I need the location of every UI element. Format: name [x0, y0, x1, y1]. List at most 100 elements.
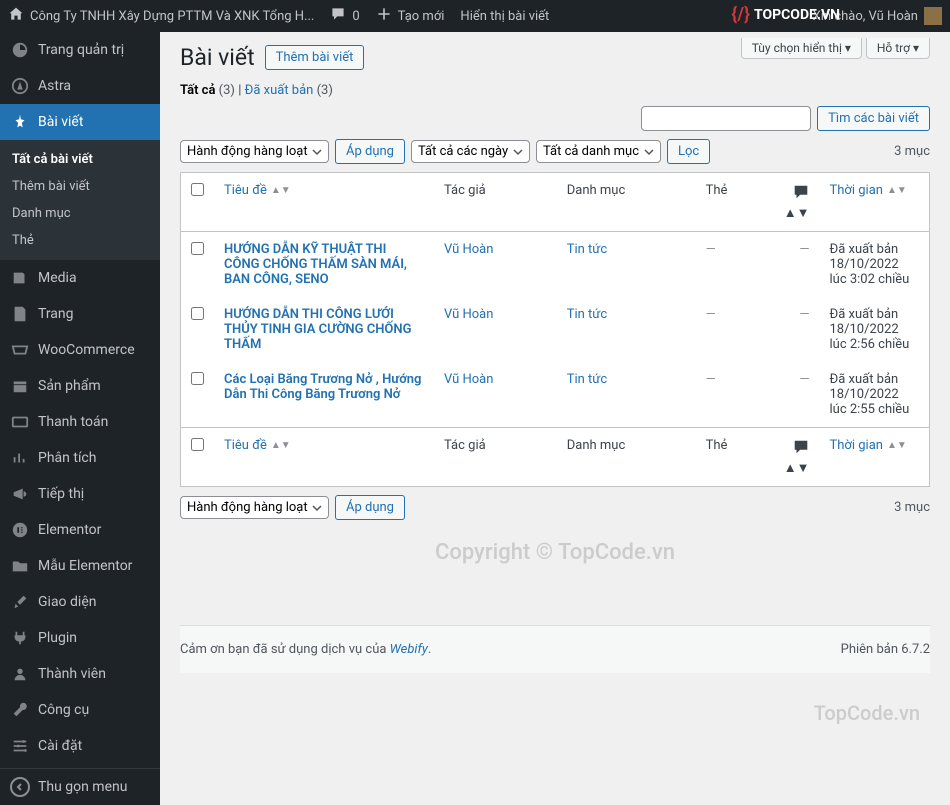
comment-dash: —: [799, 242, 809, 257]
megaphone-icon: [10, 484, 30, 504]
tag-value: —: [706, 307, 716, 322]
footer-link[interactable]: Webify: [390, 642, 428, 657]
elementor-icon: [10, 520, 30, 540]
sidebar-item-payments[interactable]: Thanh toán: [0, 404, 160, 440]
sidebar-item-appearance[interactable]: Giao diện: [0, 584, 160, 620]
row-checkbox[interactable]: [191, 242, 204, 255]
table-row: Các Loại Băng Trương Nở , Hướng Dẫn Thi …: [181, 362, 930, 428]
bulk-action-select-bottom[interactable]: Hành động hàng loạt: [180, 496, 329, 519]
apply-button-top[interactable]: Áp dụng: [335, 139, 405, 164]
sliders-icon: [10, 736, 30, 756]
collapse-icon: [10, 777, 30, 797]
sidebar-item-products[interactable]: Sản phẩm: [0, 368, 160, 404]
media-icon: [10, 268, 30, 288]
bulk-action-select[interactable]: Hành động hàng loạt: [180, 140, 329, 163]
comments-link[interactable]: 0: [330, 6, 359, 26]
comment-count: 0: [352, 9, 359, 24]
item-count-top: 3 mục: [894, 144, 930, 159]
add-new-label: Tạo mới: [398, 9, 445, 24]
avatar-icon: [924, 7, 942, 25]
category-link[interactable]: Tin tức: [567, 242, 607, 257]
row-checkbox[interactable]: [191, 372, 204, 385]
author-link[interactable]: Vũ Hoàn: [444, 242, 493, 257]
posts-submenu: Tất cả bài viết Thêm bài viết Danh mục T…: [0, 140, 160, 260]
sidebar-item-elementor[interactable]: Elementor: [0, 512, 160, 548]
table-row: HƯỚNG DẪN THI CÔNG LƯỚI THỦY TINH GIA CƯ…: [181, 297, 930, 362]
sidebar-item-tools[interactable]: Công cụ: [0, 692, 160, 728]
sidebar-item-posts[interactable]: Bài viết: [0, 104, 160, 140]
search-input[interactable]: [641, 106, 811, 131]
sidebar-item-analytics[interactable]: Phân tích: [0, 440, 160, 476]
col-date[interactable]: Thời gian ▲▼: [830, 183, 920, 198]
chart-icon: [10, 448, 30, 468]
add-new-button[interactable]: Thêm bài viết: [265, 45, 365, 70]
view-post-link[interactable]: Hiển thị bài viết: [460, 9, 549, 24]
row-checkbox[interactable]: [191, 307, 204, 320]
sidebar-item-settings[interactable]: Cài đặt: [0, 728, 160, 764]
topcode-logo: {/} TOPCODE.VN: [731, 4, 840, 25]
col-title-bottom[interactable]: Tiêu đề▲▼: [224, 438, 424, 453]
apply-button-bottom[interactable]: Áp dụng: [335, 495, 405, 520]
sidebar-item-elementor-templates[interactable]: Mẫu Elementor: [0, 548, 160, 584]
sidebar-item-woocommerce[interactable]: WooCommerce: [0, 332, 160, 368]
post-status: Đã xuất bản: [830, 242, 899, 257]
col-title[interactable]: Tiêu đề▲▼: [224, 183, 424, 198]
post-status: Đã xuất bản: [830, 372, 899, 387]
col-author: Tác giả: [434, 173, 557, 232]
site-name: Công Ty TNHH Xây Dựng PTTM Và XNK Tổng H…: [30, 9, 314, 24]
category-filter-select[interactable]: Tất cả danh mục: [536, 140, 661, 163]
screen-options-tab[interactable]: Tùy chọn hiển thị ▾: [741, 38, 862, 59]
pin-icon: [10, 112, 30, 132]
posts-table: Tiêu đề▲▼ Tác giả Danh mục Thẻ ▲▼ Thời g…: [180, 172, 930, 487]
filter-all[interactable]: Tất cả: [180, 83, 215, 98]
sidebar-item-astra[interactable]: Astra: [0, 68, 160, 104]
author-link[interactable]: Vũ Hoàn: [444, 307, 493, 322]
sort-icon: ▲▼: [784, 206, 810, 221]
dashboard-icon: [10, 40, 30, 60]
filter-published[interactable]: Đã xuất bản: [245, 83, 314, 98]
submenu-add-post[interactable]: Thêm bài viết: [0, 173, 160, 200]
wrench-icon: [10, 700, 30, 720]
sidebar-item-pages[interactable]: Trang: [0, 296, 160, 332]
author-link[interactable]: Vũ Hoàn: [444, 372, 493, 387]
sidebar-item-marketing[interactable]: Tiếp thị: [0, 476, 160, 512]
filter-button[interactable]: Lọc: [667, 139, 710, 164]
category-link[interactable]: Tin tức: [567, 307, 607, 322]
home-icon: [8, 6, 24, 26]
footer-version: Phiên bản 6.7.2: [841, 642, 930, 657]
sidebar-item-media[interactable]: Media: [0, 260, 160, 296]
post-date: 18/10/2022 lúc 2:56 chiều: [830, 322, 910, 352]
footer-thanks: Cảm ơn bạn đã sử dụng dịch vụ của Webify…: [180, 642, 431, 657]
comment-icon: [792, 445, 810, 460]
submenu-tags[interactable]: Thẻ: [0, 227, 160, 254]
col-tags: Thẻ: [696, 173, 770, 232]
add-new-link[interactable]: Tạo mới: [376, 6, 445, 26]
category-link[interactable]: Tin tức: [567, 372, 607, 387]
post-date: 18/10/2022 lúc 3:02 chiều: [830, 257, 910, 287]
sort-icon: ▲▼: [271, 440, 291, 451]
help-tab[interactable]: Hỗ trợ ▾: [866, 38, 930, 59]
col-categories: Danh mục: [557, 173, 696, 232]
post-title-link[interactable]: HƯỚNG DẪN THI CÔNG LƯỚI THỦY TINH GIA CƯ…: [224, 307, 411, 352]
card-icon: [10, 412, 30, 432]
submenu-all-posts[interactable]: Tất cả bài viết: [0, 146, 160, 173]
col-date-bottom[interactable]: Thời gian ▲▼: [830, 438, 920, 453]
comment-icon: [792, 190, 810, 205]
date-filter-select[interactable]: Tất cả các ngày: [411, 140, 530, 163]
post-title-link[interactable]: HƯỚNG DẪN KỸ THUẬT THI CÔNG CHỐNG THẤM S…: [224, 242, 407, 287]
woocommerce-icon: [10, 340, 30, 360]
box-icon: [10, 376, 30, 396]
sort-icon: ▲▼: [887, 185, 907, 196]
select-all-bottom[interactable]: [191, 438, 204, 451]
sidebar-item-plugins[interactable]: Plugin: [0, 620, 160, 656]
post-title-link[interactable]: Các Loại Băng Trương Nở , Hướng Dẫn Thi …: [224, 372, 421, 402]
sidebar-item-dashboard[interactable]: Trang quản trị: [0, 32, 160, 68]
search-button[interactable]: Tìm các bài viết: [817, 106, 930, 131]
site-link[interactable]: Công Ty TNHH Xây Dựng PTTM Và XNK Tổng H…: [8, 6, 314, 26]
comment-icon: [330, 6, 346, 26]
collapse-menu-button[interactable]: Thu gọn menu: [0, 768, 160, 805]
post-status: Đã xuất bản: [830, 307, 899, 322]
sidebar-item-users[interactable]: Thành viên: [0, 656, 160, 692]
select-all-top[interactable]: [191, 183, 204, 196]
submenu-categories[interactable]: Danh mục: [0, 200, 160, 227]
